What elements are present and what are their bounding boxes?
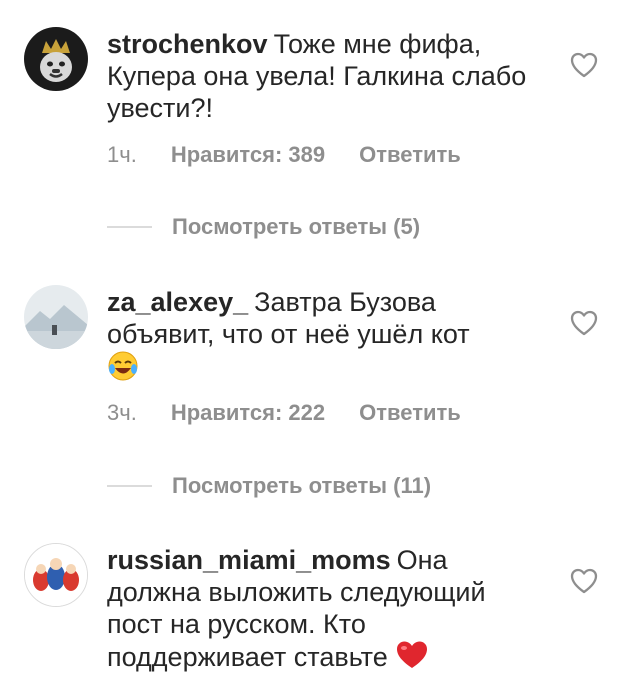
replies-divider-line: [107, 226, 152, 228]
comment-meta: 3ч. Нравится: 222 Ответить: [107, 400, 461, 426]
comment-body: russian_miami_moms Она должна выложить сл…: [107, 544, 547, 677]
view-replies-button[interactable]: Посмотреть ответы (5): [107, 214, 420, 240]
comment-body: strochenkov Тоже мне фифа, Купера она уве…: [107, 28, 547, 124]
comment-likes-count[interactable]: Нравится: 222: [171, 400, 325, 426]
replies-divider-line: [107, 485, 152, 487]
comment-username[interactable]: russian_miami_moms: [107, 545, 391, 575]
view-replies-label: Посмотреть ответы (11): [172, 473, 432, 498]
avatar-strochenkov[interactable]: [24, 27, 88, 91]
reply-button[interactable]: Ответить: [359, 142, 461, 168]
comment-username[interactable]: za_alexey_: [107, 287, 248, 317]
avatar-landscape-icon: [24, 285, 88, 349]
like-heart-icon[interactable]: [570, 568, 598, 594]
avatar-matryoshka-icon: [25, 544, 87, 606]
reply-button[interactable]: Ответить: [359, 400, 461, 426]
comment-time: 3ч.: [107, 400, 137, 425]
like-heart-icon[interactable]: [570, 52, 598, 78]
comment-meta: 1ч. Нравится: 389 Ответить: [107, 142, 461, 168]
avatar-king-dog-icon: [24, 27, 88, 91]
comment-username[interactable]: strochenkov: [107, 29, 268, 59]
comment-body: za_alexey_ Завтра Бузова объявит, что от …: [107, 286, 547, 389]
view-replies-label: Посмотреть ответы (5): [172, 214, 421, 239]
comment-likes-count[interactable]: Нравится: 389: [171, 142, 325, 168]
comment-time: 1ч.: [107, 142, 137, 167]
view-replies-button[interactable]: Посмотреть ответы (11): [107, 473, 431, 499]
laugh-emoji-icon: [107, 350, 139, 389]
like-heart-icon[interactable]: [570, 310, 598, 336]
avatar-za-alexey[interactable]: [24, 285, 88, 349]
red-heart-emoji-icon: [395, 640, 429, 677]
avatar-russian-miami-moms[interactable]: [24, 543, 88, 607]
